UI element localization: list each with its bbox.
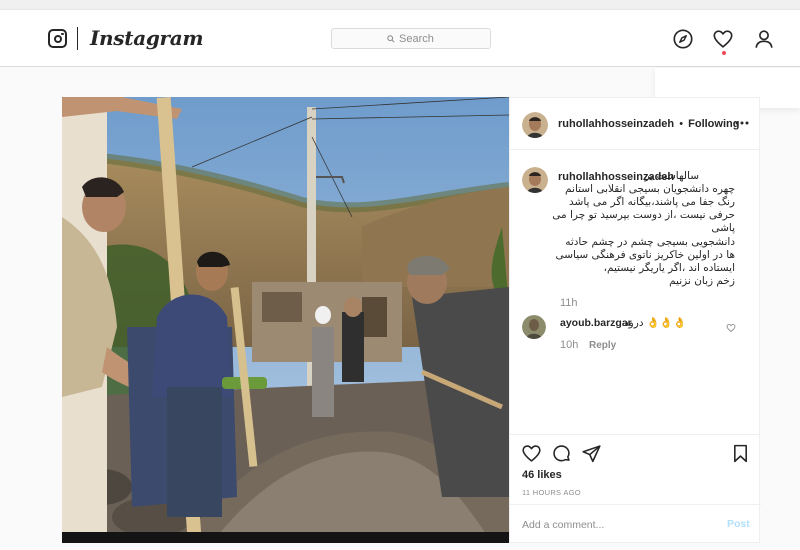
post-comment-button[interactable]: Post bbox=[727, 518, 750, 530]
caption-line: رنگ جفا می پاشند،بیگانه اگر می پاشد bbox=[569, 196, 735, 208]
comment-input[interactable] bbox=[522, 519, 702, 531]
profile-icon[interactable] bbox=[753, 28, 775, 50]
caption-line: چهره دانشجویان بسیجی انقلابی استانم bbox=[565, 183, 735, 195]
caption-line: سالهاست بر bbox=[644, 170, 699, 182]
avatar[interactable] bbox=[522, 167, 548, 193]
caption-time[interactable]: 11h bbox=[560, 297, 578, 309]
post-side-panel: ruhollahhosseinzadeh • Following ruholla… bbox=[509, 97, 761, 544]
logo-divider bbox=[77, 27, 78, 50]
instagram-glyph-icon[interactable] bbox=[48, 29, 67, 48]
comment-time[interactable]: 10h bbox=[560, 339, 578, 351]
header-username[interactable]: ruhollahhosseinzadeh bbox=[558, 118, 674, 130]
caption-line: زخم زبان نزنیم bbox=[669, 275, 735, 287]
activity-heart-icon[interactable] bbox=[712, 28, 734, 50]
comment-username[interactable]: ayoub.barzgar bbox=[560, 317, 632, 329]
reply-button[interactable]: Reply bbox=[589, 340, 616, 351]
post-image[interactable] bbox=[62, 97, 509, 543]
search-icon bbox=[387, 34, 395, 43]
explore-compass-icon[interactable] bbox=[672, 28, 694, 50]
comment-text: درود 👌👌👌 bbox=[624, 317, 687, 329]
more-options-icon[interactable] bbox=[734, 118, 750, 128]
top-navbar: Instagram bbox=[0, 10, 800, 67]
browser-top-strip bbox=[0, 0, 800, 10]
search-input[interactable] bbox=[399, 32, 435, 45]
commenter-avatar[interactable] bbox=[522, 315, 546, 339]
notification-dot bbox=[722, 51, 726, 55]
header-separator: • bbox=[679, 118, 684, 130]
likes-count[interactable]: 46 likes bbox=[522, 469, 562, 481]
caption-line: حرفی نیست ،از دوست بپرسید تو چرا می bbox=[552, 209, 735, 221]
comments-section[interactable]: ruhollahhosseinzadeh سالهاست بر چهره دان… bbox=[510, 150, 761, 434]
instagram-wordmark[interactable]: Instagram bbox=[90, 26, 204, 50]
caption-line: پاشی bbox=[711, 222, 735, 234]
avatar[interactable] bbox=[522, 112, 548, 138]
share-direct-icon[interactable] bbox=[581, 443, 602, 464]
comment-bubble-icon[interactable] bbox=[551, 443, 572, 464]
bookmark-save-icon[interactable] bbox=[730, 443, 751, 464]
post-header: ruhollahhosseinzadeh • Following bbox=[510, 98, 761, 150]
caption-line: ایستاده اند ،اگر یاریگر نیستیم، bbox=[603, 262, 735, 274]
caption-line: دانشجویی بسیجی چشم در چشم حادثه bbox=[565, 236, 735, 248]
search-box[interactable] bbox=[331, 28, 491, 49]
comment-like-icon[interactable] bbox=[726, 323, 736, 333]
post-timestamp[interactable]: 11 HOURS AGO bbox=[522, 488, 581, 497]
like-heart-icon[interactable] bbox=[521, 443, 542, 464]
post-actions: 46 likes 11 HOURS AGO bbox=[510, 434, 761, 504]
follow-status-button[interactable]: Following bbox=[688, 118, 739, 130]
add-comment-form: Post bbox=[510, 504, 761, 544]
header-user-line: ruhollahhosseinzadeh • Following bbox=[558, 118, 739, 130]
caption-line: ها در اولین خاکریز ناتوی فرهنگی سیاسی bbox=[555, 249, 735, 261]
